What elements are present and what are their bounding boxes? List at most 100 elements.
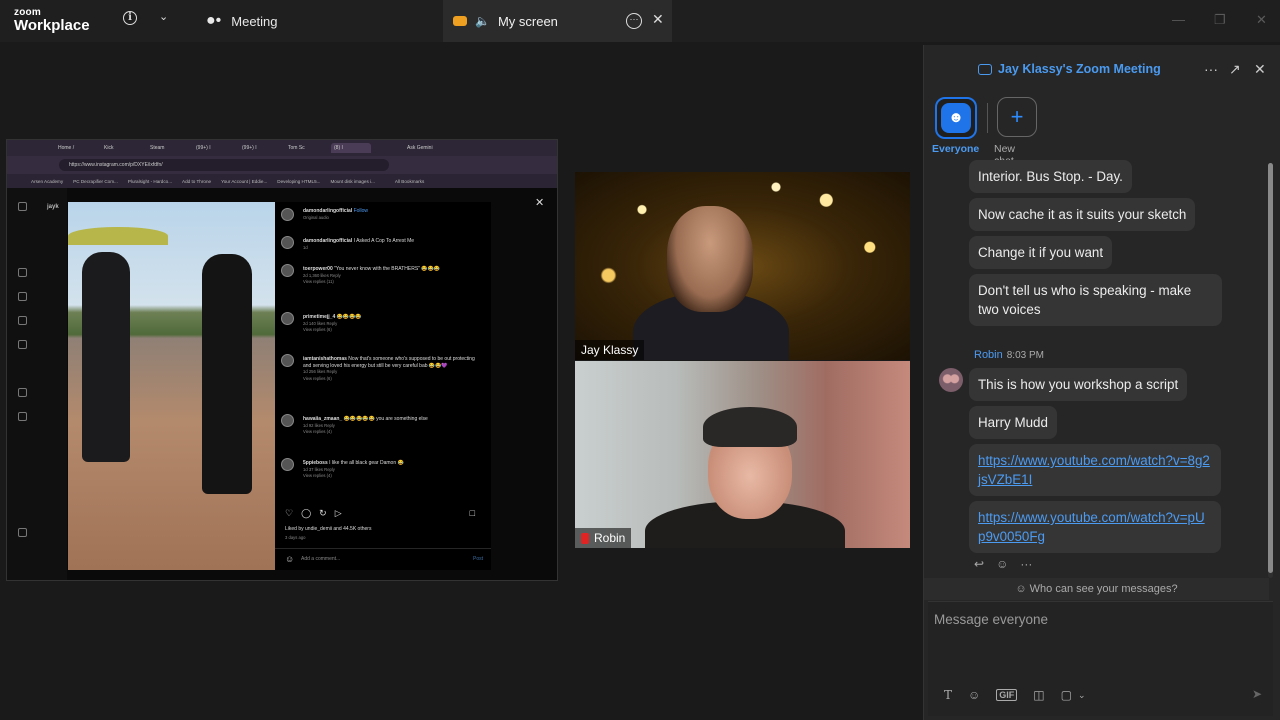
comment-avatar[interactable]	[281, 312, 294, 325]
bookmark-item[interactable]: Your Account | Eddie...	[221, 179, 267, 184]
screenshot-icon[interactable]: ▢	[1061, 688, 1072, 702]
bookmark-item[interactable]: Pluralsight - Hardco...	[128, 179, 172, 184]
liked-by[interactable]: Liked by undie_demii and 44.5K others	[285, 526, 371, 532]
view-replies[interactable]: View replies (11)	[303, 279, 334, 284]
avatar[interactable]	[939, 368, 963, 392]
comment-user[interactable]: damondarlingofficial	[303, 238, 352, 244]
scrollbar-thumb[interactable]	[1268, 163, 1273, 573]
author-avatar[interactable]	[281, 208, 294, 221]
chat-scrollbar[interactable]	[1268, 163, 1273, 578]
browser-tab[interactable]: Kick	[101, 143, 141, 153]
video-tile-jay[interactable]: Jay Klassy	[575, 172, 910, 360]
bookmark-item[interactable]: Mount disk images i...	[330, 179, 374, 184]
browser-tab[interactable]: Steam	[147, 143, 187, 153]
minimize-window-icon[interactable]: —	[1172, 12, 1185, 27]
who-can-see-link[interactable]: ☺ Who can see your messages?	[924, 578, 1269, 600]
search-icon[interactable]	[18, 340, 27, 349]
youtube-link[interactable]: https://www.youtube.com/watch?v=8g2jsVZb…	[978, 453, 1210, 487]
browser-tab-active[interactable]: (8) I	[331, 143, 371, 153]
add-comment-input[interactable]: Add a comment...	[301, 556, 340, 562]
audio-label[interactable]: Original audio	[303, 215, 329, 220]
repost-icon[interactable]: ↻	[319, 508, 327, 519]
bookmark-item[interactable]: Add to Throne	[182, 179, 211, 184]
post-comment-button[interactable]: Post	[473, 556, 483, 562]
comment-avatar[interactable]	[281, 414, 294, 427]
bookmark-icon[interactable]: □	[470, 508, 475, 519]
chevron-down-icon[interactable]: ⌄	[159, 10, 168, 23]
comment-avatar[interactable]	[281, 458, 294, 471]
browser-tab[interactable]: Tom Sc	[285, 143, 325, 153]
comment-user[interactable]: toerpower00	[303, 266, 333, 272]
chat-title[interactable]: Jay Klassy's Zoom Meeting	[978, 62, 1161, 76]
comment-avatar[interactable]	[281, 236, 294, 249]
chat-message[interactable]: Change it if you want	[969, 236, 1113, 269]
comment-user[interactable]: 5ppieboss	[303, 460, 328, 466]
view-replies[interactable]: View replies (6)	[303, 327, 332, 332]
close-chat-icon[interactable]: ✕	[1254, 61, 1266, 78]
text-format-icon[interactable]: T	[944, 688, 952, 702]
post-photo	[68, 202, 275, 570]
message-input[interactable]	[934, 612, 1264, 672]
browser-tab[interactable]: Home /	[55, 143, 95, 153]
home-icon[interactable]	[18, 268, 27, 277]
view-replies[interactable]: View replies (6)	[303, 376, 332, 381]
file-icon[interactable]: ◫	[1033, 688, 1044, 702]
emoji-reaction-icon[interactable]: ☺	[996, 557, 1008, 571]
comment-user[interactable]: primetimejj_4	[303, 314, 335, 320]
send-icon[interactable]: ➤	[1252, 687, 1262, 701]
comment-avatar[interactable]	[281, 264, 294, 277]
more-actions-icon[interactable]: ···	[1020, 557, 1032, 571]
close-post-icon[interactable]: ✕	[535, 196, 544, 209]
emoji-icon[interactable]: ☺	[968, 688, 980, 702]
like-icon[interactable]: ♡	[285, 508, 293, 519]
more-options-icon[interactable]: ···	[1204, 61, 1218, 77]
share-icon[interactable]: ▷	[335, 508, 342, 519]
tab-meeting[interactable]: ●• Meeting	[198, 0, 438, 42]
bookmark-item[interactable]: Arsen Academy	[31, 179, 63, 184]
chat-panel: Jay Klassy's Zoom Meeting ··· ↗ ✕ ☻ Ever…	[923, 45, 1280, 720]
bookmark-item[interactable]: PC Decrapifier Com...	[73, 179, 118, 184]
video-tile-robin[interactable]: Robin	[575, 361, 910, 548]
tab-everyone[interactable]: ☻	[935, 97, 977, 139]
bookmark-item[interactable]: All Bookmarks	[395, 179, 424, 184]
chevron-down-icon[interactable]: ⌄	[1078, 690, 1086, 701]
heart-icon[interactable]	[18, 388, 27, 397]
pop-out-icon[interactable]: ↗	[1229, 61, 1241, 78]
comment-icon[interactable]: ◯	[301, 508, 311, 519]
comment-avatar[interactable]	[281, 354, 294, 367]
comment-meta: 2d 140 likes Reply	[303, 320, 338, 326]
browser-tab[interactable]: (99+) I	[239, 143, 279, 153]
post-author[interactable]: damondarlingofficial	[303, 208, 352, 214]
view-replies[interactable]: View replies (4)	[303, 429, 332, 434]
youtube-link[interactable]: https://www.youtube.com/watch?v=pUp9v005…	[978, 510, 1205, 544]
close-window-icon[interactable]: ✕	[1256, 12, 1267, 28]
bookmark-item[interactable]: Developing HTML5...	[277, 179, 320, 184]
info-icon[interactable]: i	[123, 11, 137, 25]
reels-icon[interactable]	[18, 292, 27, 301]
chat-message[interactable]: Harry Mudd	[969, 406, 1057, 439]
chat-message[interactable]: Don't tell us who is speaking - make two…	[969, 274, 1222, 326]
gif-button[interactable]: GIF	[996, 689, 1018, 701]
reply-icon[interactable]: ↩	[974, 557, 984, 571]
browser-tab[interactable]: (99+) I	[193, 143, 233, 153]
create-icon[interactable]	[18, 412, 27, 421]
chat-message[interactable]: Interior. Bus Stop. - Day.	[969, 160, 1132, 193]
explore-icon[interactable]	[18, 316, 27, 325]
menu-icon[interactable]	[18, 528, 27, 537]
sender-name[interactable]: Robin	[974, 349, 1003, 361]
emoji-icon[interactable]: ☺	[285, 554, 294, 564]
comment-user[interactable]: iamtanishathomas	[303, 356, 347, 362]
chat-message[interactable]: This is how you workshop a script	[969, 368, 1188, 401]
ask-gemini-button[interactable]: Ask Gemini	[407, 145, 433, 151]
chat-message[interactable]: Now cache it as it suits your sketch	[969, 198, 1196, 231]
view-replies[interactable]: View replies (4)	[303, 473, 332, 478]
more-options-icon[interactable]: ···	[626, 13, 642, 29]
maximize-window-icon[interactable]: ❐	[1214, 12, 1226, 28]
new-chat-button[interactable]: +	[997, 97, 1037, 137]
instagram-logo-icon[interactable]	[18, 202, 27, 211]
tab-my-screen[interactable]: 🔈 My screen ··· ✕	[443, 0, 672, 42]
url-field[interactable]: https://www.instagram.com/p/DXYE/ixfdfn/	[59, 159, 389, 171]
comment-user[interactable]: hawaiia_zmaan_	[303, 416, 342, 422]
close-tab-icon[interactable]: ✕	[652, 11, 664, 28]
follow-button[interactable]: Follow	[354, 208, 368, 214]
